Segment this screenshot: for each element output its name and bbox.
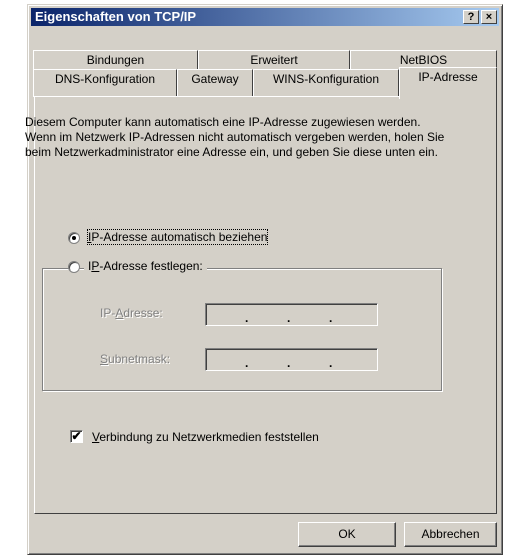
tab-erweitert[interactable]: Erweitert: [198, 50, 350, 69]
tab-gateway[interactable]: Gateway: [177, 69, 253, 97]
radio-selected-dot: [72, 236, 76, 240]
subnet-mask-field[interactable]: . . .: [205, 348, 378, 371]
tab-ip-adresse[interactable]: IP-Adresse: [399, 67, 497, 99]
cancel-button[interactable]: Abbrechen: [404, 522, 497, 547]
label-auto-ip-post: P-Adresse automatisch beziehen: [91, 230, 268, 244]
label-ip-pre: IP-: [100, 306, 116, 320]
checkbox-media-detect[interactable]: ✔: [70, 430, 83, 443]
ip-octet-separator: .: [329, 311, 333, 325]
label-subnet-mask: Subnetmask:: [100, 352, 170, 366]
close-button[interactable]: ×: [481, 10, 497, 24]
ok-button[interactable]: OK: [298, 522, 396, 547]
ip-octet-separator: .: [245, 311, 249, 325]
label-subnet-accel: S: [100, 352, 109, 366]
ip-octet-separator: .: [287, 311, 291, 325]
label-media-detect[interactable]: Verbindung zu Netzwerkmedien feststellen: [92, 430, 319, 444]
tab-wins-konfiguration[interactable]: WINS-Konfiguration: [253, 69, 399, 97]
label-media-detect-post: erbindung zu Netzwerkmedien feststellen: [99, 430, 319, 444]
label-auto-ip[interactable]: IP-Adresse automatisch beziehen: [86, 229, 269, 245]
radio-auto-ip[interactable]: [68, 232, 80, 244]
ip-address-field[interactable]: . . .: [205, 303, 378, 326]
label-manual-ip[interactable]: IP-Adresse festlegen:: [84, 259, 207, 273]
title-bar[interactable]: Eigenschaften von TCP/IP ? ×: [31, 8, 499, 26]
label-subnet-post: ubnetmask:: [108, 352, 171, 366]
help-button[interactable]: ?: [463, 10, 479, 24]
label-ip-post: dresse:: [123, 306, 163, 320]
description-text: Diesem Computer kann automatisch eine IP…: [25, 115, 445, 159]
subnet-octet-separator: .: [287, 356, 291, 370]
subnet-octet-separator: .: [329, 356, 333, 370]
subnet-octet-separator: .: [245, 356, 249, 370]
radio-manual-ip[interactable]: [68, 261, 80, 273]
tab-bindungen[interactable]: Bindungen: [33, 50, 198, 69]
label-manual-ip-post: -Adresse festlegen:: [99, 259, 203, 273]
manual-ip-group: [42, 268, 442, 391]
label-ip-address: IP-Adresse:: [100, 306, 163, 320]
window-title: Eigenschaften von TCP/IP: [35, 9, 197, 24]
tab-dns-konfiguration[interactable]: DNS-Konfiguration: [33, 69, 177, 97]
